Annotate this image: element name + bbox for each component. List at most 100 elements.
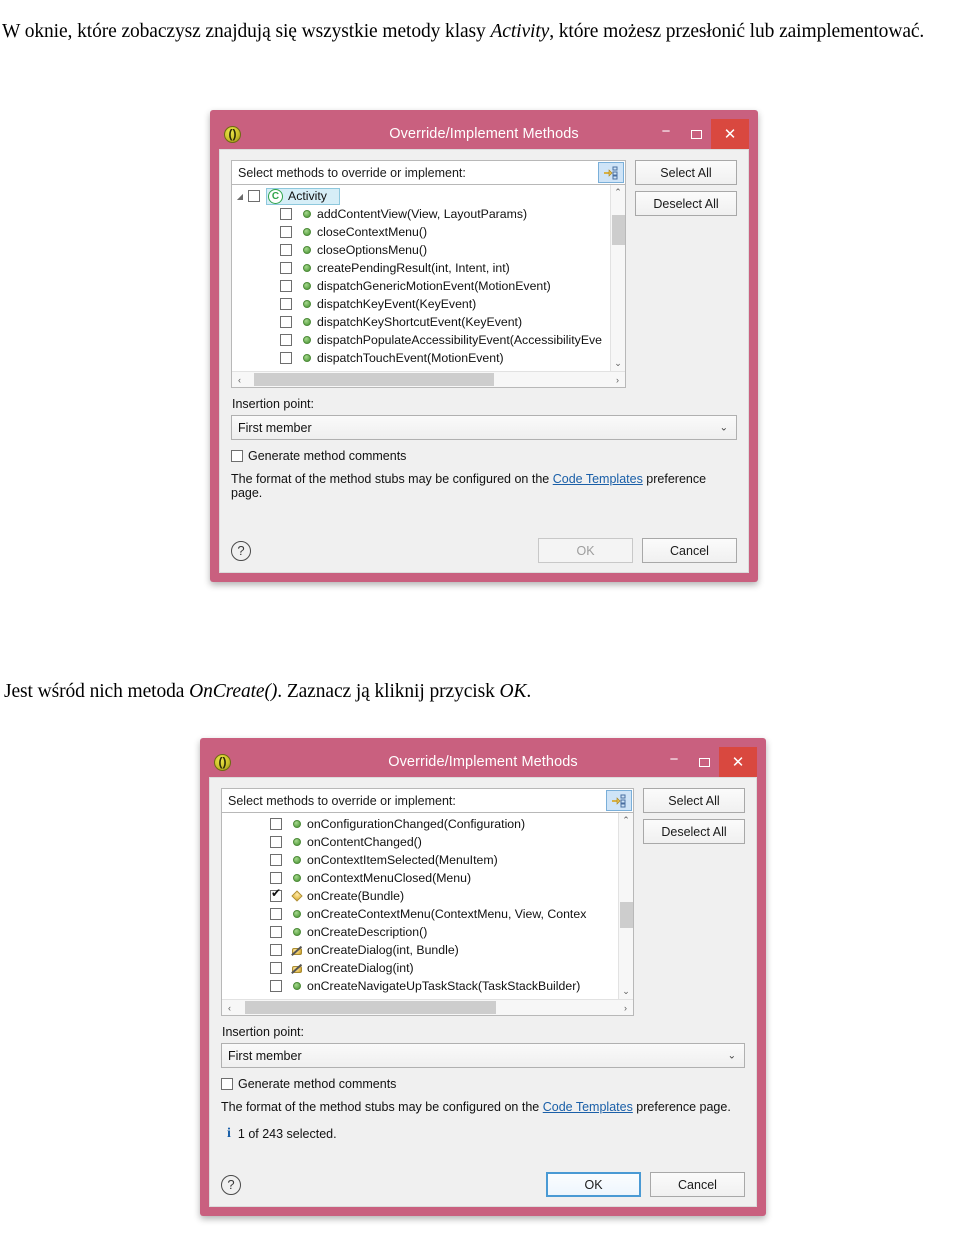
dialog2-tree-main: onConfigurationChanged(Configuration) onC… bbox=[222, 813, 633, 999]
code-templates-link[interactable]: Code Templates bbox=[543, 1100, 633, 1114]
method-checkbox[interactable] bbox=[270, 962, 282, 974]
dialog1-method-tree[interactable]: ◢ C Activity addContentView(View, LayoutPar… bbox=[231, 185, 626, 388]
tree-row[interactable]: dispatchPopulateAccessibilityEvent(Acces… bbox=[232, 331, 610, 349]
dialog2-tree-items[interactable]: onConfigurationChanged(Configuration) onC… bbox=[222, 813, 618, 999]
scroll-left-arrow-icon[interactable]: ‹ bbox=[222, 1000, 237, 1015]
method-checkbox[interactable] bbox=[280, 244, 292, 256]
method-checkbox[interactable] bbox=[280, 334, 292, 346]
method-checkbox[interactable] bbox=[270, 818, 282, 830]
tree-row[interactable]: dispatchKeyEvent(KeyEvent) bbox=[232, 295, 610, 313]
cancel-button[interactable]: Cancel bbox=[642, 538, 737, 563]
dialog2-title: Override/Implement Methods bbox=[388, 754, 578, 770]
dialog2-horizontal-scrollbar[interactable]: ‹ › bbox=[222, 999, 633, 1015]
cancel-button[interactable]: Cancel bbox=[650, 1172, 745, 1197]
method-checkbox[interactable] bbox=[280, 280, 292, 292]
dialog1-tree-items[interactable]: ◢ C Activity addContentView(View, LayoutPar… bbox=[232, 185, 610, 371]
ok-button[interactable]: OK bbox=[546, 1172, 641, 1197]
scroll-right-arrow-icon[interactable]: › bbox=[610, 372, 625, 387]
generate-method-comments-checkbox[interactable] bbox=[231, 450, 243, 462]
override-implement-methods-dialog-2[interactable]: () Override/Implement Methods − ✕ Select… bbox=[200, 738, 766, 1216]
green-dot-icon bbox=[292, 838, 301, 846]
filter-tree-icon[interactable] bbox=[606, 790, 632, 811]
select-all-button[interactable]: Select All bbox=[635, 160, 737, 185]
dialog1-vertical-scrollbar[interactable]: ⌃ ⌄ bbox=[610, 185, 625, 371]
dialog1-tree-main: ◢ C Activity addContentView(View, LayoutPar… bbox=[232, 185, 625, 371]
dialog1-horizontal-scrollbar[interactable]: ‹ › bbox=[232, 371, 625, 387]
tree-row[interactable]: closeContextMenu() bbox=[232, 223, 610, 241]
scroll-down-arrow-icon[interactable]: ⌄ bbox=[619, 984, 634, 999]
select-all-button[interactable]: Select All bbox=[643, 788, 745, 813]
scroll-down-arrow-icon[interactable]: ⌄ bbox=[611, 356, 626, 371]
filter-tree-icon[interactable] bbox=[598, 162, 624, 183]
public-method-icon bbox=[288, 874, 305, 882]
public-method-icon bbox=[288, 856, 305, 864]
method-checkbox[interactable] bbox=[280, 298, 292, 310]
method-checkbox[interactable] bbox=[280, 262, 292, 274]
tree-row[interactable]: onCreateNavigateUpTaskStack(TaskStackBui… bbox=[222, 977, 618, 995]
tree-row[interactable]: onCreate(Bundle) bbox=[222, 887, 618, 905]
override-implement-methods-dialog-1[interactable]: () Override/Implement Methods − ✕ Select… bbox=[210, 110, 758, 582]
scroll-up-arrow-icon[interactable]: ⌃ bbox=[611, 185, 626, 200]
scroll-up-arrow-icon[interactable]: ⌃ bbox=[619, 813, 634, 828]
dialog2-method-tree[interactable]: onConfigurationChanged(Configuration) onC… bbox=[221, 813, 634, 1016]
tree-row[interactable]: addContentView(View, LayoutParams) bbox=[232, 205, 610, 223]
horizontal-scroll-thumb[interactable] bbox=[254, 373, 494, 386]
method-checkbox[interactable] bbox=[248, 190, 260, 202]
tree-row[interactable]: onCreateDialog(int, Bundle) bbox=[222, 941, 618, 959]
tree-row[interactable]: onContextItemSelected(MenuItem) bbox=[222, 851, 618, 869]
dialog1-titlebar[interactable]: () Override/Implement Methods − ✕ bbox=[219, 119, 749, 149]
tree-row[interactable]: onContextMenuClosed(Menu) bbox=[222, 869, 618, 887]
tree-row[interactable]: closeOptionsMenu() bbox=[232, 241, 610, 259]
deselect-all-button[interactable]: Deselect All bbox=[643, 819, 745, 844]
method-checkbox[interactable] bbox=[270, 836, 282, 848]
tree-row[interactable]: onCreateContextMenu(ContextMenu, View, C… bbox=[222, 905, 618, 923]
tree-row[interactable]: dispatchTouchEvent(MotionEvent) bbox=[232, 349, 610, 367]
dialog2-titlebar[interactable]: () Override/Implement Methods − ✕ bbox=[209, 747, 757, 777]
method-checkbox[interactable] bbox=[270, 854, 282, 866]
help-icon[interactable]: ? bbox=[221, 1174, 241, 1195]
method-checkbox[interactable] bbox=[270, 872, 282, 884]
tree-row[interactable]: onConfigurationChanged(Configuration) bbox=[222, 815, 618, 833]
method-checkbox[interactable] bbox=[270, 887, 282, 902]
dialog1-list-header: Select methods to override or implement: bbox=[231, 160, 626, 185]
method-checkbox[interactable] bbox=[270, 926, 282, 938]
ok-button[interactable]: OK bbox=[538, 538, 633, 563]
help-icon[interactable]: ? bbox=[231, 540, 251, 561]
vertical-scroll-thumb[interactable] bbox=[612, 214, 625, 245]
deselect-all-button[interactable]: Deselect All bbox=[635, 191, 737, 216]
filter-tree-glyph bbox=[604, 166, 618, 179]
method-checkbox[interactable] bbox=[280, 352, 292, 364]
method-checkbox[interactable] bbox=[270, 944, 282, 956]
tree-row-label: Activity bbox=[288, 189, 327, 203]
scroll-right-arrow-icon[interactable]: › bbox=[618, 1000, 633, 1015]
expand-collapse-icon[interactable]: ◢ bbox=[232, 192, 248, 201]
selected-class-node[interactable]: C Activity bbox=[266, 187, 340, 205]
vertical-scroll-thumb[interactable] bbox=[620, 902, 633, 929]
code-templates-link[interactable]: Code Templates bbox=[553, 472, 643, 486]
tree-row[interactable]: dispatchGenericMotionEvent(MotionEvent) bbox=[232, 277, 610, 295]
method-checkbox[interactable] bbox=[280, 316, 292, 328]
method-checkbox[interactable] bbox=[280, 226, 292, 238]
method-checkbox[interactable] bbox=[270, 908, 282, 920]
generate-method-comments-checkbox[interactable] bbox=[221, 1078, 233, 1090]
tree-row[interactable]: onCreateDescription() bbox=[222, 923, 618, 941]
h-scroll-track[interactable] bbox=[247, 373, 610, 386]
middle-paragraph: Jest wśród nich metoda OnCreate(). Zazna… bbox=[4, 678, 804, 706]
insertion-point-select[interactable]: First member ⌄ bbox=[221, 1043, 745, 1068]
scroll-left-arrow-icon[interactable]: ‹ bbox=[232, 372, 247, 387]
dialog2-vertical-scrollbar[interactable]: ⌃ ⌄ bbox=[618, 813, 633, 999]
h-scroll-track[interactable] bbox=[237, 1001, 618, 1014]
tree-row[interactable]: onContentChanged() bbox=[222, 833, 618, 851]
tree-row-label: onCreateDialog(int) bbox=[307, 961, 414, 975]
tree-row[interactable]: createPendingResult(int, Intent, int) bbox=[232, 259, 610, 277]
method-checkbox[interactable] bbox=[270, 980, 282, 992]
tree-row[interactable]: dispatchKeyShortcutEvent(KeyEvent) bbox=[232, 313, 610, 331]
tree-row-label: onCreate(Bundle) bbox=[307, 889, 405, 903]
generate-method-comments-row[interactable]: Generate method comments bbox=[231, 449, 737, 463]
method-checkbox[interactable] bbox=[280, 208, 292, 220]
tree-row[interactable]: onCreateDialog(int) bbox=[222, 959, 618, 977]
generate-method-comments-row[interactable]: Generate method comments bbox=[221, 1077, 745, 1091]
horizontal-scroll-thumb[interactable] bbox=[244, 1001, 497, 1014]
insertion-point-select[interactable]: First member ⌄ bbox=[231, 415, 737, 440]
tree-row[interactable]: ◢ C Activity bbox=[232, 187, 610, 205]
